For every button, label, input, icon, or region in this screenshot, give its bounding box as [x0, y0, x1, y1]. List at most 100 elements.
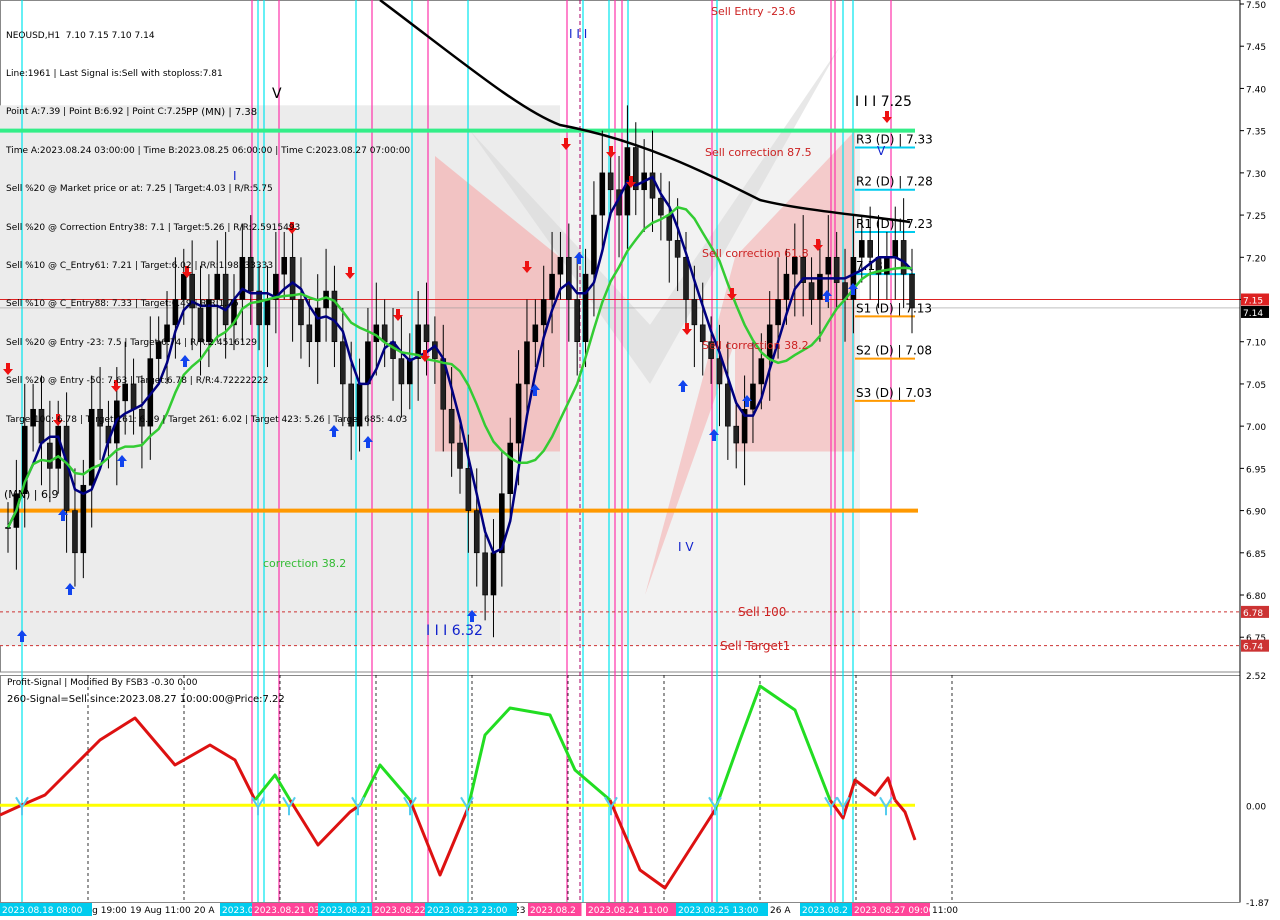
candle-body: [532, 324, 539, 343]
chart-annotation: Sell correction 38.2: [702, 339, 809, 352]
time-highlight-label: 2023.08.22: [374, 906, 426, 916]
pivot-level-label: R2 (D) | 7.28: [856, 175, 933, 189]
time-highlight-label: 2023.08.2: [530, 906, 576, 916]
candle-body: [750, 383, 756, 410]
time-highlight-label: 2023.08.21: [320, 906, 372, 916]
chart-annotation: Sell correction 61.8: [702, 247, 809, 260]
candle-body: [725, 383, 731, 427]
candle-body: [674, 240, 681, 258]
info-line: Point A:7.39 | Point B:6.92 | Point C:7.…: [6, 107, 187, 118]
info-line: Sell %10 @ C_Entry88: 7.33 | Target:6.49…: [6, 299, 239, 310]
time-axis: 18 Aug 19:00 19 Aug 11:00 20 A 23 26 A2023.0…: [0, 903, 962, 916]
info-line: Time A:2023.08.24 03:00:00 | Time B:2023…: [6, 145, 411, 156]
candle-body: [5, 527, 11, 529]
candle-body: [482, 552, 488, 596]
y-tick-label: 6.95: [1246, 465, 1266, 475]
candle-body: [867, 240, 873, 258]
chart-annotation: I I I: [569, 27, 587, 41]
candle-body: [448, 408, 455, 444]
candle-body: [666, 214, 673, 241]
candle-body: [858, 240, 865, 258]
pivot-level-label: S2 (D) | 7.08: [856, 344, 932, 358]
target-line-label: Sell 100: [738, 605, 786, 619]
chart-annotation: Sell correction 87.5: [705, 146, 812, 159]
candle-body: [507, 442, 514, 494]
y-tick-label: 7.50: [1246, 1, 1266, 11]
time-highlight-label: 11:00: [932, 906, 958, 916]
y-tick-label: 7.45: [1246, 43, 1266, 53]
candle-body: [557, 256, 564, 275]
price-tag-label: 7.14: [1243, 309, 1263, 319]
candle-body: [566, 256, 572, 300]
candle-body: [683, 256, 689, 300]
y-tick-label: 7.00: [1246, 423, 1266, 433]
price-axis: 7.50 7.45 7.40 7.35 7.30 7.25 7.20 7.15 7.10 7.05…: [1239, 0, 1269, 909]
candle-body: [758, 358, 765, 385]
time-highlight-label: 2023.08.2: [802, 906, 848, 916]
info-line: Sell %20 @ Correction Entry38: 7.1 | Tar…: [6, 222, 301, 233]
chart-annotation: I I I 7.25: [855, 94, 912, 110]
y-tick-label: 6.85: [1246, 550, 1266, 560]
candle-body: [515, 383, 522, 444]
candle-body: [691, 299, 698, 326]
y-tick-label: 7.30: [1246, 170, 1266, 180]
info-line: Sell %20 @ Entry -23: 7.5 | Target:6.74 …: [6, 337, 257, 348]
chart-annotation: V: [877, 144, 886, 158]
candle-body: [524, 341, 530, 385]
time-highlight-label: 2023.08.24 11:00: [588, 906, 669, 916]
x-tick-label: 20 A: [194, 906, 215, 916]
y-tick-label: 7.25: [1246, 212, 1266, 222]
target-line-label: Sell Target1: [720, 639, 790, 653]
info-line: Sell %20 @ Entry -50: 7.63 | Target:6.78…: [6, 376, 269, 387]
info-line: Line:1961 | Last Signal is:Sell with sto…: [6, 68, 223, 79]
indicator-axis-label: 0.00: [1246, 802, 1266, 812]
candle-body: [733, 425, 740, 444]
pivot-level-label: S3 (D) | 7.03: [856, 386, 932, 400]
signal-info-panel: NEOUSD,H1 7.10 7.15 7.10 7.14 Line:1961 …: [6, 4, 410, 439]
candle-body: [884, 256, 890, 275]
y-tick-label: 7.20: [1246, 254, 1266, 264]
indicator-axis-label: -1.87: [1246, 899, 1269, 909]
indicator-frame: [0, 675, 1241, 903]
chart-annotation: I V: [678, 540, 694, 554]
candle-body: [658, 197, 664, 216]
candle-body: [465, 468, 472, 511]
candle-body: [909, 273, 915, 309]
info-line: Sell %20 @ Market price or at: 7.25 | Ta…: [6, 184, 273, 195]
candle-body: [808, 282, 815, 300]
time-highlight-label: 2023.08.25 13:00: [678, 906, 759, 916]
candle-body: [892, 240, 899, 258]
x-tick-label: 19 Aug 11:00: [130, 906, 191, 916]
info-line: Target100: 6.78 | Target 161: 6.49 | Tar…: [6, 414, 408, 425]
time-highlight-label: 2023.08.18 08:00: [2, 906, 83, 916]
info-line: Sell %10 @ C_Entry61: 7.21 | Target:6.02…: [6, 260, 274, 271]
indicator-axis-label: 2.52: [1246, 672, 1266, 682]
y-tick-label: 7.40: [1246, 85, 1266, 95]
pivot-level-label: R3 (D) | 7.33: [856, 133, 933, 147]
y-tick-label: 7.05: [1246, 381, 1266, 391]
candle-body: [582, 273, 589, 343]
pivot-level-label: S1 (D) | 7.13: [856, 301, 932, 315]
candle-body: [473, 510, 480, 554]
candle-body: [47, 442, 53, 469]
candle-body: [607, 172, 614, 191]
price-tag-label: 6.78: [1243, 609, 1263, 619]
candle-body: [423, 324, 430, 343]
symbol-line: NEOUSD,H1 7.10 7.15 7.10 7.14: [6, 30, 155, 41]
candle-body: [599, 172, 606, 216]
chart-annotation: correction 38.2: [263, 557, 346, 570]
candle-body: [80, 484, 87, 554]
candle-body: [490, 552, 497, 596]
candle-body: [457, 442, 463, 469]
candle-body: [72, 510, 78, 554]
candle-body: [783, 273, 790, 300]
time-highlight-label: 2023.08.23 23:00: [427, 906, 508, 916]
candle-body: [540, 299, 547, 326]
chart-annotation: Sell Entry -23.6: [711, 5, 796, 18]
indicator-signal: 260-Signal=Sell since:2023.08.27 10:00:0…: [7, 694, 285, 705]
price-tag-label: 7.15: [1243, 297, 1263, 307]
mn-level-label: (MN) | 6.9: [4, 488, 59, 501]
candle-body: [591, 214, 597, 275]
x-tick-label: 26 A: [770, 906, 791, 916]
candle-body: [574, 299, 580, 343]
